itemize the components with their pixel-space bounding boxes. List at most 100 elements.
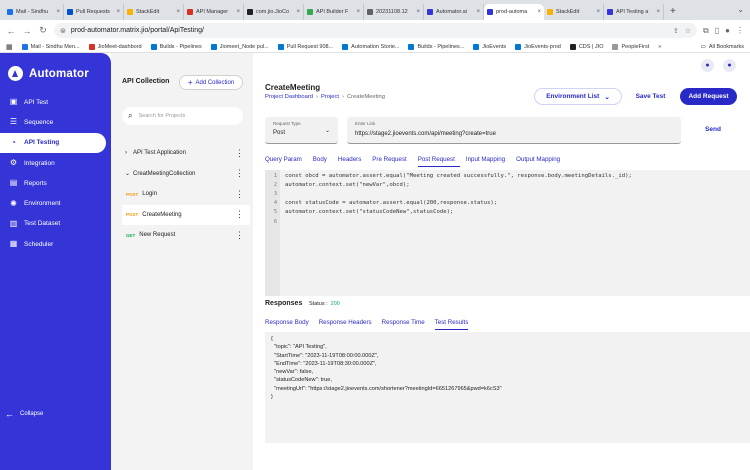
bookmark-item[interactable]: CDS | JIO (569, 43, 603, 50)
tab-close-icon[interactable]: × (656, 9, 660, 15)
environment-list-dropdown[interactable]: Environment List ⌄ (534, 88, 622, 105)
site-info-icon[interactable]: ⊜ (60, 27, 66, 35)
request-url-value: https://stage2.jioevents.com/api/meeting… (355, 131, 496, 137)
response-tab-response-headers[interactable]: Response Headers (319, 319, 372, 330)
more-options-icon[interactable]: ⋮ (235, 210, 244, 219)
all-bookmarks-button[interactable]: ▭ All Bookmarks (701, 44, 744, 50)
project-search[interactable]: ⌕ Search for Projects (122, 107, 243, 125)
send-button[interactable]: Send (692, 120, 734, 138)
tab-close-icon[interactable]: × (356, 9, 360, 15)
add-collection-button[interactable]: + Add Collection (179, 75, 243, 90)
dataset-icon: ▥ (9, 218, 18, 228)
notification-bell-icon[interactable]: ● (701, 59, 714, 72)
more-options-icon[interactable]: ⋮ (235, 148, 244, 158)
request-item[interactable]: GET New Request ⋮ (122, 225, 250, 246)
tab-output-mapping[interactable]: Output Mapping (516, 156, 565, 167)
tab-close-icon[interactable]: × (236, 9, 240, 15)
tab-close-icon[interactable]: × (596, 9, 600, 15)
browser-tab[interactable]: StackEdit × (124, 4, 184, 20)
collection-folder[interactable]: › API Test Application ⋮ (122, 143, 250, 164)
sidebar-item-reports[interactable]: ▤ Reports (0, 173, 111, 193)
tab-close-icon[interactable]: × (537, 9, 541, 15)
sidepanel-icon[interactable]: ▯ (715, 26, 719, 36)
user-avatar-icon[interactable]: ● (723, 59, 736, 72)
bookmark-star-icon[interactable]: ☆ (685, 27, 691, 35)
bookmark-item[interactable]: JioEvents (473, 43, 506, 50)
browser-menu-icon[interactable]: ⋮ (736, 26, 744, 36)
bookmark-item[interactable]: JioEvents-prod (515, 43, 561, 50)
browser-tab[interactable]: Automator.ai × (424, 4, 484, 20)
url-field[interactable]: ⊜ prod-automator.matrix.jio/portal/ApiTe… (54, 23, 698, 38)
browser-tab[interactable]: Pull Requests × (64, 4, 124, 20)
browser-tab[interactable]: prod-automa × (484, 4, 544, 20)
collection-folder[interactable]: ⌄ CreatMeetingCollection ⋮ (122, 164, 250, 185)
apps-grid-icon[interactable]: ▦ (6, 43, 13, 51)
bookmark-item[interactable]: Builds - Pipelines (150, 43, 202, 50)
tab-pre-request[interactable]: Pre Request (372, 156, 411, 167)
bookmark-item[interactable]: Automation Storie... (342, 43, 399, 50)
brand-logo[interactable]: Automator (8, 66, 89, 81)
tab-close-icon[interactable]: × (296, 9, 300, 15)
request-type-select[interactable]: Request Type Post ⌄ (265, 117, 338, 144)
sidebar-item-sequence[interactable]: ☰ Sequence (0, 112, 111, 132)
tab-close-icon[interactable]: × (476, 9, 480, 15)
tab-close-icon[interactable]: × (176, 9, 180, 15)
add-request-button[interactable]: Add Request (680, 88, 737, 105)
more-options-icon[interactable]: ⋮ (235, 169, 244, 178)
tab-close-icon[interactable]: × (56, 9, 60, 15)
breadcrumb-project[interactable]: Project (321, 94, 339, 100)
tab-input-mapping[interactable]: Input Mapping (466, 156, 510, 167)
sidebar-item-api-test[interactable]: ▣ API Test (0, 92, 111, 112)
response-tab-test-results[interactable]: Test Results (434, 319, 469, 330)
tab-close-icon[interactable]: × (116, 9, 120, 15)
bookmark-item[interactable]: JioMeet-dashbord (88, 43, 142, 50)
sidebar-item-test-dataset[interactable]: ▥ Test Dataset (0, 214, 111, 234)
sidebar-item-label: Test Dataset (24, 220, 61, 228)
bookmark-item[interactable]: Pull Request 908... (277, 43, 333, 50)
save-test-button[interactable]: Save Test (628, 88, 673, 105)
browser-tab[interactable]: API Builder F × (304, 4, 364, 20)
more-options-icon[interactable]: ⋮ (235, 230, 244, 240)
bookmark-item[interactable]: Mail - Sindhu Men... (21, 43, 80, 50)
environment-icon: ✺ (10, 198, 17, 208)
breadcrumb-project-dashboard[interactable]: Project Dashboard (265, 94, 313, 100)
sidebar-item-integration[interactable]: ⚙ Integration (0, 153, 111, 173)
browser-tab-label: com.jio.JioCo (256, 9, 290, 15)
more-options-icon[interactable]: ⋮ (235, 189, 244, 199)
method-badge: GET (126, 232, 136, 238)
browser-tab[interactable]: API Testing a × (604, 4, 664, 20)
tab-search-icon[interactable]: ⌄ (737, 5, 744, 14)
extensions-icon[interactable]: ⧉ (703, 26, 709, 36)
request-item[interactable]: POST Login ⋮ (122, 184, 250, 205)
browser-tab[interactable]: 20231108.12 × (364, 4, 424, 20)
collapse-button[interactable]: ← Collapse (5, 409, 43, 419)
tab-post-request[interactable]: Post Request (417, 156, 460, 167)
profile-icon[interactable]: ● (725, 26, 730, 36)
code-line: 5 automator.context.set("statusCodeNew",s… (265, 208, 750, 217)
browser-tab[interactable]: API Manager × (184, 4, 244, 20)
tab-headers[interactable]: Headers (338, 156, 366, 167)
browser-tab[interactable]: StackEdit × (544, 4, 604, 20)
browser-tab[interactable]: Mail - Sindhu × (4, 4, 64, 20)
browser-tab[interactable]: com.jio.JioCo × (244, 4, 304, 20)
response-tab-response-body[interactable]: Response Body (265, 319, 309, 330)
back-icon[interactable]: ← (6, 26, 16, 36)
tab-query-param[interactable]: Query Param (265, 156, 307, 167)
sidebar-item-scheduler[interactable]: ▦ Scheduler (0, 234, 111, 254)
request-url-field[interactable]: Enter Link https://stage2.jioevents.com/… (347, 117, 681, 144)
reload-icon[interactable]: ↻ (38, 25, 48, 36)
request-item[interactable]: POST CreateMeeting ⋮ (122, 204, 250, 225)
post-request-editor[interactable]: 1 const obcd = automator.assert.equal("Me… (265, 170, 750, 296)
response-tab-response-time[interactable]: Response Time (382, 319, 425, 330)
forward-icon[interactable]: → (22, 26, 32, 36)
sidebar-item-environment[interactable]: ✺ Environment (0, 193, 111, 213)
more-bookmarks-icon[interactable]: » (658, 44, 661, 50)
bookmark-item[interactable]: Jiomeet_Node pul... (210, 43, 269, 50)
sidebar-item-api-testing[interactable]: ◔ API Testing (0, 132, 106, 153)
bookmark-item[interactable]: Builds - Pipelines... (408, 43, 464, 50)
tab-body[interactable]: Body (313, 156, 332, 167)
new-tab-button[interactable]: + (670, 4, 676, 20)
tab-close-icon[interactable]: × (416, 9, 420, 15)
bookmark-item[interactable]: PeopleFirst (612, 43, 649, 50)
share-icon[interactable]: ⇪ (673, 27, 679, 35)
